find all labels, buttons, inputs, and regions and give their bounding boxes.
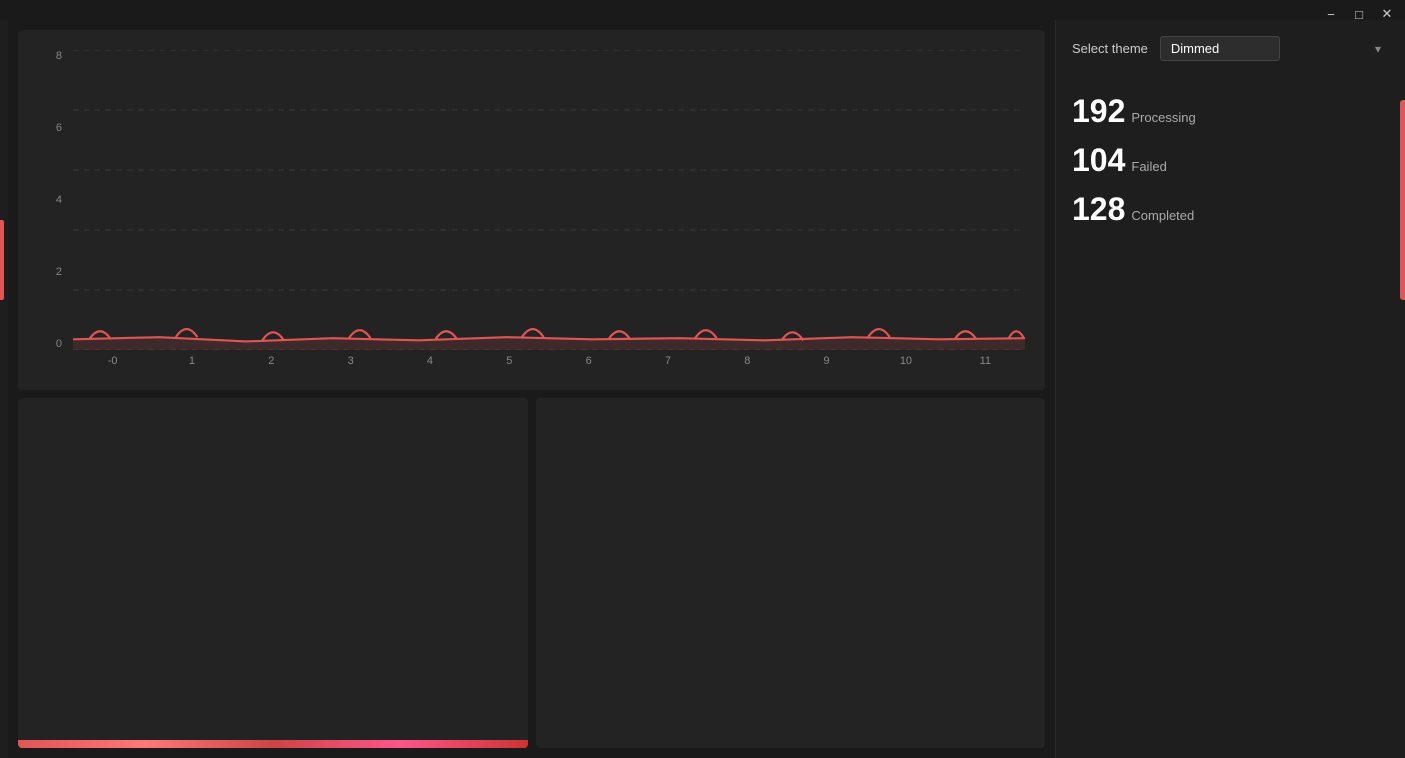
x-label-11: 11 (946, 355, 1025, 367)
theme-select-wrapper: Dimmed Dark Light High Contrast (1160, 36, 1389, 61)
chart-container: 8 6 4 2 0 (18, 30, 1045, 390)
stat-number-failed: 104 (1072, 142, 1125, 179)
x-label-9: 9 (787, 355, 866, 367)
y-label-6: 6 (56, 122, 62, 134)
stat-label-failed: Failed (1131, 159, 1166, 174)
x-label-4: 4 (390, 355, 469, 367)
right-sidebar: Select theme Dimmed Dark Light High Cont… (1055, 20, 1405, 758)
x-label-5: 5 (470, 355, 549, 367)
chart-svg (73, 50, 1025, 350)
x-label-2: 2 (232, 355, 311, 367)
y-label-0: 0 (56, 338, 62, 350)
right-accent-bar (1400, 100, 1405, 300)
y-label-4: 4 (56, 194, 62, 206)
left-sidebar (0, 20, 8, 758)
x-label-8: 8 (708, 355, 787, 367)
bottom-panels (18, 398, 1045, 748)
stat-label-completed: Completed (1131, 208, 1194, 223)
close-button[interactable]: ✕ (1377, 4, 1397, 24)
x-label-6: 6 (549, 355, 628, 367)
x-label-0: -0 (73, 355, 152, 367)
chart-inner: 8 6 4 2 0 (38, 50, 1025, 380)
left-accent-bar (0, 220, 4, 300)
x-label-10: 10 (866, 355, 945, 367)
stat-number-completed: 128 (1072, 191, 1125, 228)
content-area: 8 6 4 2 0 (8, 20, 1055, 758)
x-label-7: 7 (628, 355, 707, 367)
theme-label: Select theme (1072, 41, 1148, 56)
x-label-1: 1 (152, 355, 231, 367)
maximize-button[interactable]: □ (1349, 4, 1369, 24)
y-axis: 8 6 4 2 0 (38, 50, 68, 350)
theme-row: Select theme Dimmed Dark Light High Cont… (1072, 36, 1389, 61)
stat-row-processing: 192 Processing (1072, 93, 1389, 130)
x-axis: -0 1 2 3 4 5 6 7 8 9 10 11 (73, 355, 1025, 380)
panel-left-color-bar (18, 740, 528, 748)
stat-row-completed: 128 Completed (1072, 191, 1389, 228)
main-layout: 8 6 4 2 0 (0, 0, 1405, 758)
minimize-button[interactable]: − (1321, 4, 1341, 24)
title-bar: − □ ✕ (1313, 0, 1405, 28)
stat-number-processing: 192 (1072, 93, 1125, 130)
x-label-3: 3 (311, 355, 390, 367)
panel-left (18, 398, 528, 748)
y-label-8: 8 (56, 50, 62, 62)
theme-select[interactable]: Dimmed Dark Light High Contrast (1160, 36, 1280, 61)
chart-plot (73, 50, 1025, 350)
panel-right (536, 398, 1046, 748)
y-label-2: 2 (56, 266, 62, 278)
stat-row-failed: 104 Failed (1072, 142, 1389, 179)
stat-label-processing: Processing (1131, 110, 1195, 125)
